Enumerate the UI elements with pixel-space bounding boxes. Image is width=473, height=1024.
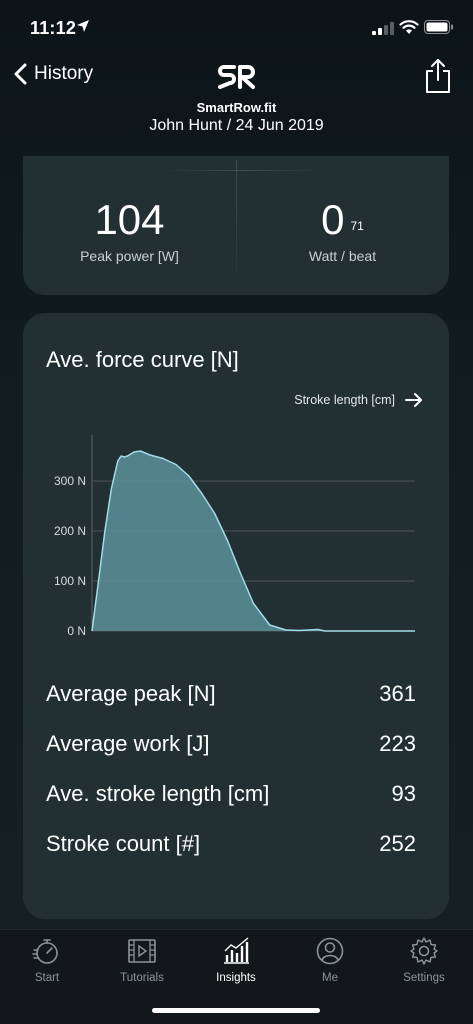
y-tick-label: 0 N bbox=[67, 624, 86, 638]
peak-power-metric: 104 Peak power [W] bbox=[23, 196, 236, 264]
back-button[interactable]: History bbox=[12, 62, 93, 86]
watt-per-beat-integer: 0 bbox=[321, 196, 345, 243]
force-curve-card: Ave. force curve [N] Stroke length [cm] … bbox=[23, 313, 449, 919]
stroke-length-toggle-label: Stroke length [cm] bbox=[294, 393, 395, 407]
tab-label: Tutorials bbox=[120, 972, 164, 984]
y-tick-label: 200 N bbox=[54, 524, 86, 538]
stat-row: Ave. stroke length [cm] 93 bbox=[46, 769, 416, 819]
y-tick-label: 300 N bbox=[54, 474, 86, 488]
tab-label: Settings bbox=[403, 972, 445, 984]
back-label: History bbox=[34, 63, 94, 84]
tab-start[interactable]: Start bbox=[7, 936, 87, 984]
tab-tutorials[interactable]: Tutorials bbox=[102, 936, 182, 984]
tab-insights[interactable]: Insights bbox=[196, 936, 276, 984]
cellular-signal-icon bbox=[372, 22, 394, 35]
stopwatch-icon bbox=[32, 939, 58, 964]
wifi-icon bbox=[399, 20, 419, 34]
app-name: SmartRow.fit bbox=[196, 100, 277, 115]
stat-row: Average work [J] 223 bbox=[46, 719, 416, 769]
stat-row: Stroke count [#] 252 bbox=[46, 819, 416, 869]
bar-chart-icon bbox=[224, 937, 249, 964]
status-time: 11:12 bbox=[30, 18, 77, 38]
gear-icon bbox=[410, 937, 438, 965]
stat-value: 361 bbox=[379, 681, 416, 706]
force-curve-title: Ave. force curve [N] bbox=[46, 347, 239, 372]
force-curve-chart: 0 N 100 N 200 N 300 N bbox=[54, 435, 415, 638]
stroke-length-toggle[interactable]: Stroke length [cm] bbox=[294, 393, 423, 407]
user-icon bbox=[316, 937, 344, 965]
watt-per-beat-value: 0 71 bbox=[236, 196, 449, 244]
stat-value: 252 bbox=[379, 831, 416, 856]
stat-label: Ave. stroke length [cm] bbox=[46, 781, 270, 806]
stat-label: Average work [J] bbox=[46, 731, 210, 756]
stat-label: Average peak [N] bbox=[46, 681, 216, 706]
watt-per-beat-metric: 0 71 Watt / beat bbox=[236, 196, 449, 264]
navigation-bar: History SmartRow.fit John Hunt / 24 Jun … bbox=[0, 56, 473, 146]
y-tick-label: 100 N bbox=[54, 574, 86, 588]
location-arrow-icon bbox=[77, 20, 89, 32]
stats-list: Average peak [N] 361 Average work [J] 223 Av… bbox=[46, 669, 416, 869]
summary-card: 104 Peak power [W] 0 71 Watt / beat bbox=[23, 156, 449, 295]
tab-label: Insights bbox=[216, 972, 256, 984]
watt-per-beat-label: Watt / beat bbox=[308, 248, 377, 264]
stat-value: 93 bbox=[391, 781, 416, 806]
share-icon[interactable] bbox=[424, 58, 452, 94]
arrow-right-icon bbox=[405, 393, 422, 407]
chevron-left-icon bbox=[14, 63, 27, 85]
stat-value: 223 bbox=[379, 731, 416, 756]
smartrow-logo bbox=[218, 65, 255, 89]
film-icon bbox=[128, 939, 156, 963]
tab-label: Start bbox=[34, 972, 60, 984]
home-indicator bbox=[152, 1008, 320, 1013]
stat-label: Stroke count [#] bbox=[46, 831, 201, 856]
peak-power-value: 104 bbox=[94, 196, 165, 243]
battery-icon bbox=[424, 20, 453, 34]
tab-label: Me bbox=[322, 972, 338, 984]
tab-settings[interactable]: Settings bbox=[384, 936, 464, 984]
session-subtitle: John Hunt / 24 Jun 2019 bbox=[149, 117, 324, 134]
tab-me[interactable]: Me bbox=[290, 936, 370, 984]
status-bar: 11:12 bbox=[0, 0, 473, 56]
divider bbox=[163, 170, 323, 171]
peak-power-label: Peak power [W] bbox=[80, 248, 179, 264]
stat-row: Average peak [N] 361 bbox=[46, 669, 416, 719]
watt-per-beat-decimal: 71 bbox=[350, 219, 364, 233]
